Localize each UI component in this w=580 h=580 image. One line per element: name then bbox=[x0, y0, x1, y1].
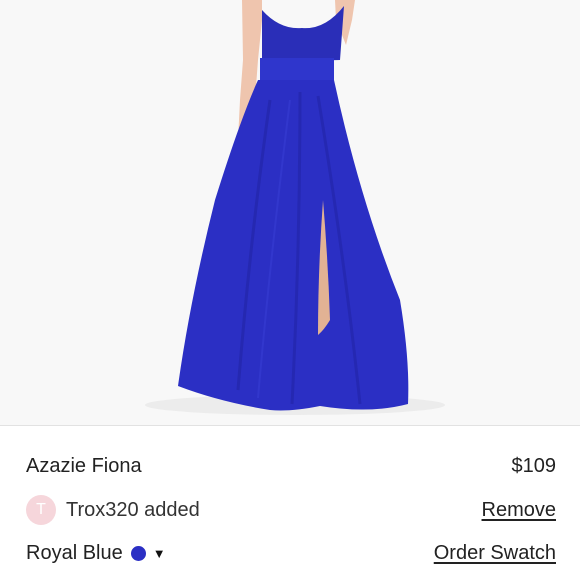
bundle-info: T Trox320 added bbox=[26, 495, 200, 525]
color-name: Royal Blue bbox=[26, 541, 123, 564]
dress-illustration bbox=[0, 0, 580, 425]
added-by-text: Trox320 added bbox=[66, 498, 200, 521]
product-image[interactable] bbox=[0, 0, 580, 425]
avatar-initial: T bbox=[36, 501, 46, 518]
variant-row: Royal Blue ▼ Order Swatch bbox=[26, 538, 556, 568]
product-price: $109 bbox=[511, 454, 557, 477]
product-title[interactable]: Azazie Fiona bbox=[26, 455, 142, 478]
caret-down-icon[interactable]: ▼ bbox=[153, 546, 166, 561]
bundle-row: T Trox320 added Remove bbox=[26, 494, 556, 526]
divider bbox=[0, 425, 580, 426]
product-header: Azazie Fiona $109 bbox=[26, 450, 556, 482]
color-dot bbox=[130, 545, 146, 561]
avatar[interactable]: T bbox=[26, 495, 56, 525]
order-swatch-button[interactable]: Order Swatch bbox=[434, 542, 556, 565]
color-selector[interactable]: Royal Blue ▼ bbox=[26, 542, 166, 565]
remove-button[interactable]: Remove bbox=[482, 499, 556, 522]
